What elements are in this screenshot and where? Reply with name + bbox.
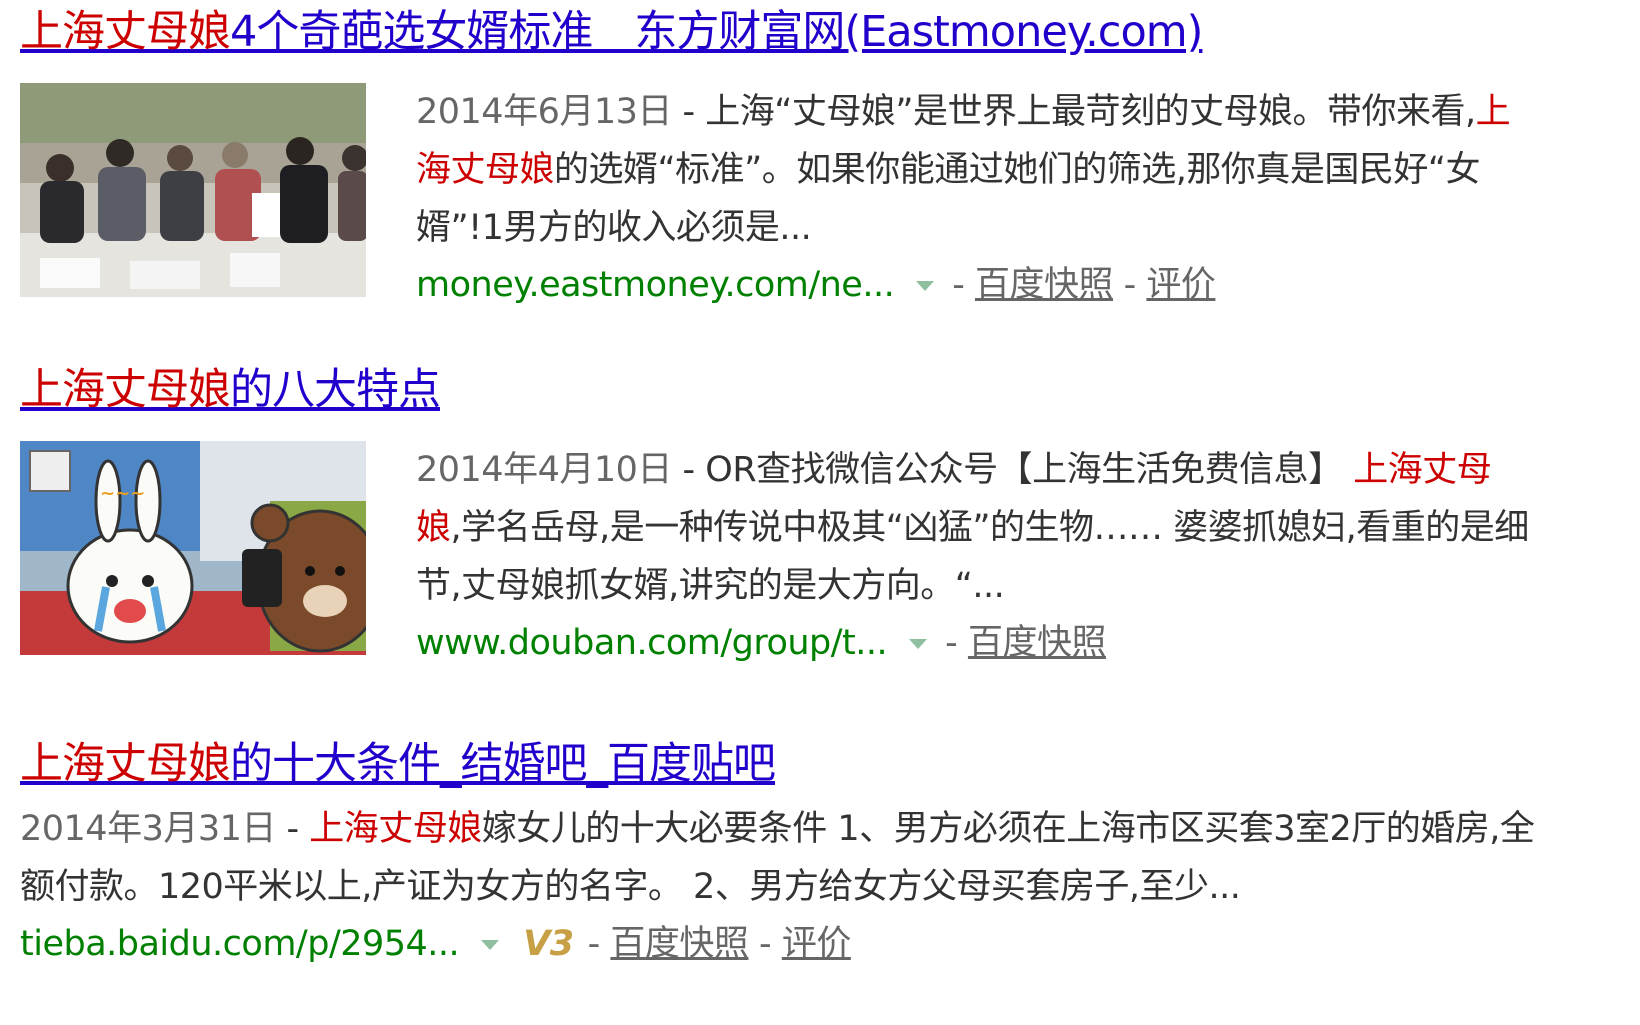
result-url[interactable]: money.eastmoney.com/ne... (416, 265, 895, 305)
snippet-highlight: 上海丈母娘 (309, 809, 482, 849)
title-text: 的八大特点 (230, 365, 441, 415)
cache-link[interactable]: 百度快照 (975, 265, 1114, 305)
crowd-photo-image (20, 83, 366, 297)
result-url-line: tieba.baidu.com/p/2954... V3- 百度快照 - 评价 (20, 916, 1560, 972)
result-snippet: 2014年4月10日 - OR查找微信公众号【上海生活免费信息】 上海丈母娘,学… (416, 441, 1534, 615)
rate-link[interactable]: 评价 (1146, 265, 1216, 305)
result-date: 2014年6月13日 (416, 92, 672, 132)
separator: - (1113, 265, 1147, 305)
result-snippet: 2014年3月31日 - 上海丈母娘嫁女儿的十大必要条件 1、男方必须在上海市区… (20, 800, 1560, 916)
result-url[interactable]: www.douban.com/group/t... (416, 623, 888, 663)
search-result-1: 上海丈母娘4个奇葩选女婿标准＿东方财富网(Eastmoney.com) 2014… (20, 6, 1620, 306)
result-url-line: www.douban.com/group/t... - 百度快照 (416, 615, 1534, 671)
result-body: 2014年6月13日 - 上海“丈母娘”是世界上最苛刻的丈母娘。带你来看,上海丈… (416, 83, 1534, 313)
title-text: 4个奇葩选女婿标准＿东方财富网(Eastmoney.com) (230, 7, 1203, 57)
svg-text:~~~: ~~~ (100, 483, 145, 504)
snippet-text-a: - (275, 809, 310, 849)
result-url-line: money.eastmoney.com/ne... - 百度快照 - 评价 (416, 257, 1534, 313)
title-text: 的十大条件_结婚吧_百度贴吧 (230, 739, 776, 789)
cache-link[interactable]: 百度快照 (968, 623, 1107, 663)
result-thumbnail[interactable] (20, 83, 366, 297)
result-date: 2014年3月31日 (20, 809, 276, 849)
result-title-link[interactable]: 上海丈母娘的十大条件_结婚吧_百度贴吧 (20, 738, 776, 790)
result-title-link[interactable]: 上海丈母娘的八大特点 (20, 364, 441, 416)
search-result-2: 上海丈母娘的八大特点 ~~~ 2014年4月10日 - OR查找微信公众号【上海… (20, 364, 1620, 664)
cartoon-bear-rabbit-image: ~~~ (20, 441, 366, 655)
title-highlight: 上海丈母娘 (20, 739, 231, 789)
separator: - (587, 924, 611, 964)
rate-link[interactable]: 评价 (782, 924, 852, 964)
result-title-link[interactable]: 上海丈母娘4个奇葩选女婿标准＿东方财富网(Eastmoney.com) (20, 6, 1203, 58)
cache-link[interactable]: 百度快照 (610, 924, 749, 964)
result-body: 2014年3月31日 - 上海丈母娘嫁女儿的十大必要条件 1、男方必须在上海市区… (20, 800, 1560, 972)
dropdown-caret-icon[interactable] (909, 639, 928, 649)
separator: - (748, 924, 782, 964)
title-highlight: 上海丈母娘 (20, 7, 231, 57)
separator: - (945, 623, 968, 663)
snippet-text-a: - 上海“丈母娘”是世界上最苛刻的丈母娘。带你来看, (671, 92, 1477, 132)
separator: - (952, 265, 975, 305)
result-thumbnail[interactable]: ~~~ (20, 441, 366, 655)
result-url[interactable]: tieba.baidu.com/p/2954... (20, 924, 460, 964)
dropdown-caret-icon[interactable] (481, 940, 500, 950)
result-body: 2014年4月10日 - OR查找微信公众号【上海生活免费信息】 上海丈母娘,学… (416, 441, 1534, 671)
snippet-text-a: - OR查找微信公众号【上海生活免费信息】 (671, 450, 1354, 490)
result-snippet: 2014年6月13日 - 上海“丈母娘”是世界上最苛刻的丈母娘。带你来看,上海丈… (416, 83, 1534, 257)
search-result-3: 上海丈母娘的十大条件_结婚吧_百度贴吧 2014年3月31日 - 上海丈母娘嫁女… (20, 738, 1620, 1023)
v3-badge-icon[interactable]: V3 (523, 924, 574, 964)
dropdown-caret-icon[interactable] (916, 281, 935, 291)
title-highlight: 上海丈母娘 (20, 365, 231, 415)
result-date: 2014年4月10日 (416, 450, 672, 490)
snippet-text-b: 的选婿“标准”。如果你能通过她们的筛选,那你真是国民好“女婿”!1男方的收入必须… (416, 150, 1481, 248)
snippet-text-b: ,学名岳母,是一种传说中极其“凶猛”的生物…… 婆婆抓媳妇,看重的是细节,丈母娘… (416, 508, 1529, 606)
